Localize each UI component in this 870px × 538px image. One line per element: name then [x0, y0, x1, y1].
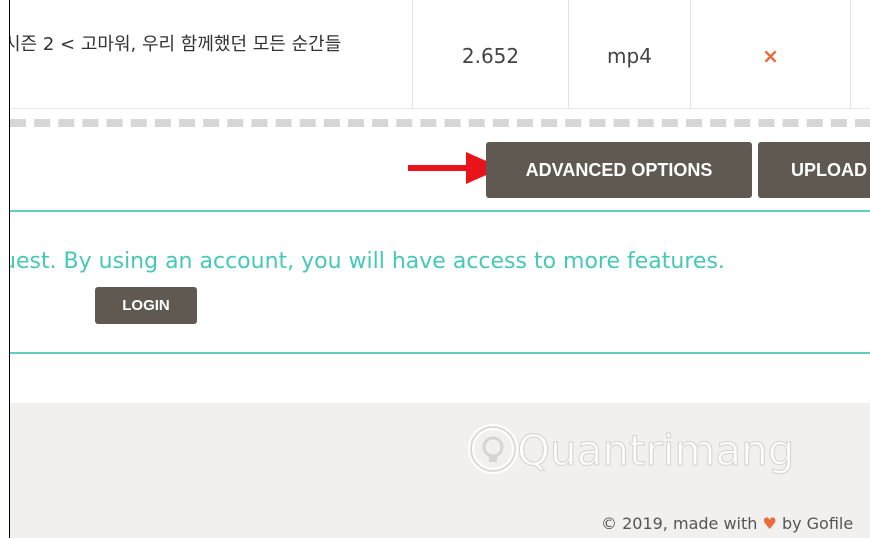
upload-button[interactable]: UPLOAD: [758, 142, 870, 198]
row-divider: [10, 108, 870, 109]
file-name: 시즌 2 < 고마워, 우리 함께했던 모든 순간들: [9, 34, 342, 55]
file-size-cell: 2.652: [413, 0, 569, 108]
file-table-row: 시즌 2 < 고마워, 우리 함께했던 모든 순간들 2.652 mp4 ×: [10, 0, 870, 109]
dashed-divider: [10, 119, 870, 127]
upload-panel: 시즌 2 < 고마워, 우리 함께했던 모든 순간들 2.652 mp4 × A…: [9, 0, 870, 538]
file-name-cell: 시즌 2 < 고마워, 우리 함께했던 모든 순간들: [10, 0, 413, 108]
quantrimang-watermark-logo: Quantrimang: [468, 424, 795, 476]
watermark-text: Quantrimang: [517, 426, 794, 475]
teal-divider-top: [10, 210, 870, 212]
file-delete-cell: ×: [691, 0, 851, 108]
delete-file-icon[interactable]: ×: [691, 44, 850, 68]
file-type: mp4: [607, 44, 652, 68]
teal-divider-bottom: [10, 352, 870, 354]
copyright-prefix: © 2019, made with: [601, 514, 758, 533]
login-button[interactable]: LOGIN: [95, 287, 197, 324]
file-type-cell: mp4: [569, 0, 691, 108]
copyright-text: © 2019, made with ♥ by Gofile: [601, 514, 853, 533]
footer: Quantrimang © 2019, made with ♥ by Gofil…: [10, 403, 870, 538]
guest-notice-text: uest. By using an account, you will have…: [9, 249, 725, 274]
copyright-suffix[interactable]: by Gofile: [782, 514, 853, 533]
file-size: 2.652: [461, 44, 520, 68]
heart-icon: ♥: [762, 514, 777, 533]
advanced-options-button[interactable]: ADVANCED OPTIONS: [486, 142, 752, 198]
